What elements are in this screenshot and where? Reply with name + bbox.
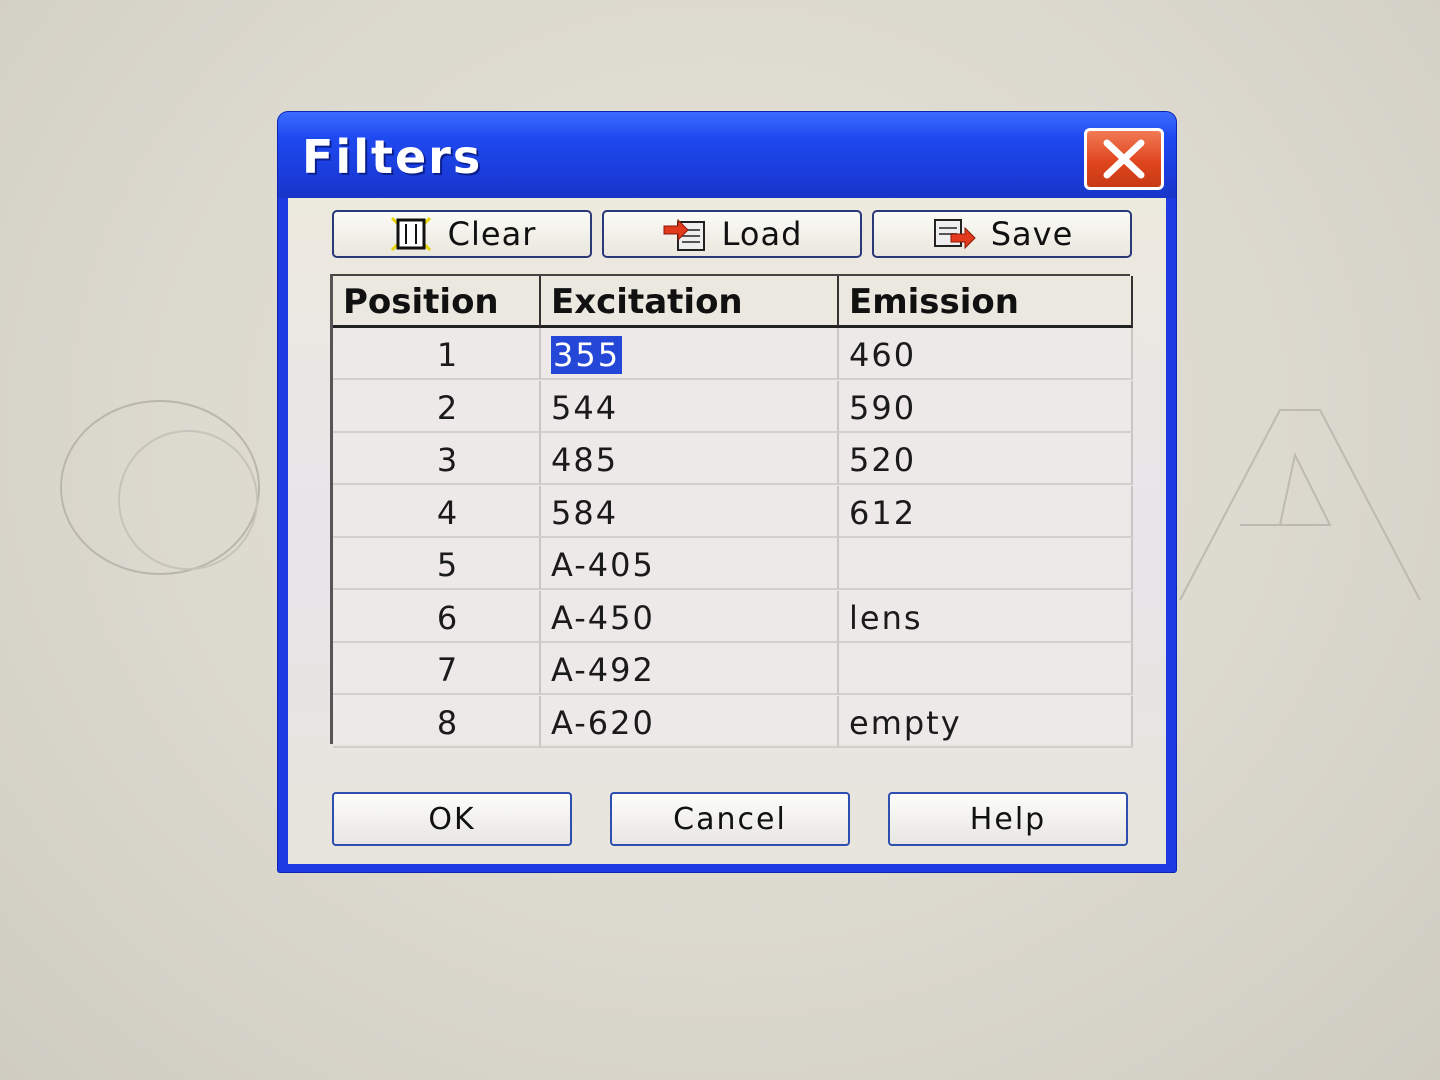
save-button-label: Save bbox=[990, 215, 1074, 253]
cell-excitation[interactable]: A-405 bbox=[541, 538, 839, 590]
save-button[interactable]: Save bbox=[872, 210, 1132, 258]
cell-emission[interactable]: 460 bbox=[839, 328, 1133, 380]
wallpaper-logo-ring-inner bbox=[118, 430, 258, 570]
cell-excitation[interactable]: 544 bbox=[541, 380, 839, 433]
cell-excitation[interactable]: 584 bbox=[541, 485, 839, 538]
dialog-title: Filters bbox=[302, 130, 483, 184]
load-button-label: Load bbox=[721, 215, 803, 253]
cell-excitation[interactable]: A-450 bbox=[541, 590, 839, 643]
cell-emission[interactable]: 590 bbox=[839, 380, 1133, 433]
filters-table: Position Excitation Emission 1 355 460 2 544… bbox=[330, 274, 1133, 748]
cell-emission[interactable] bbox=[839, 643, 1133, 695]
clear-icon bbox=[390, 216, 431, 252]
filters-dialog: Filters Clear Load Save Position Excitat… bbox=[278, 112, 1176, 872]
close-button[interactable] bbox=[1084, 128, 1164, 190]
table-row[interactable]: 8 A-620 empty bbox=[333, 695, 1133, 748]
cell-position[interactable]: 5 bbox=[333, 538, 541, 590]
cell-emission[interactable]: empty bbox=[839, 695, 1133, 748]
cell-emission[interactable]: lens bbox=[839, 590, 1133, 643]
table-row[interactable]: 2 544 590 bbox=[333, 380, 1133, 433]
load-button[interactable]: Load bbox=[602, 210, 862, 258]
cell-position[interactable]: 3 bbox=[333, 433, 541, 485]
close-icon bbox=[1103, 139, 1145, 179]
cell-position[interactable]: 2 bbox=[333, 380, 541, 433]
cell-position[interactable]: 6 bbox=[333, 590, 541, 643]
cell-excitation[interactable]: 355 bbox=[541, 328, 839, 380]
ok-button[interactable]: OK bbox=[332, 792, 572, 846]
table-row[interactable]: 6 A-450 lens bbox=[333, 590, 1133, 643]
cell-emission[interactable] bbox=[839, 538, 1133, 590]
help-button[interactable]: Help bbox=[888, 792, 1128, 846]
cell-excitation[interactable]: A-620 bbox=[541, 695, 839, 748]
table-row[interactable]: 5 A-405 bbox=[333, 538, 1133, 590]
cell-position[interactable]: 8 bbox=[333, 695, 541, 748]
cell-position[interactable]: 4 bbox=[333, 485, 541, 538]
title-bar[interactable]: Filters bbox=[278, 112, 1176, 198]
cell-excitation[interactable]: A-492 bbox=[541, 643, 839, 695]
dialog-client-area: Clear Load Save Position Excitation Emis… bbox=[288, 198, 1166, 864]
cell-emission[interactable]: 520 bbox=[839, 433, 1133, 485]
save-icon bbox=[933, 219, 976, 250]
table-row[interactable]: 3 485 520 bbox=[333, 433, 1133, 485]
table-row[interactable]: 7 A-492 bbox=[333, 643, 1133, 695]
wallpaper-logo-letter-icon bbox=[1179, 409, 1421, 601]
load-icon bbox=[663, 218, 705, 251]
cell-emission[interactable]: 612 bbox=[839, 485, 1133, 538]
cell-excitation[interactable]: 485 bbox=[541, 433, 839, 485]
clear-button-label: Clear bbox=[447, 215, 537, 253]
cell-position[interactable]: 7 bbox=[333, 643, 541, 695]
column-header-position[interactable]: Position bbox=[333, 276, 541, 328]
table-row[interactable]: 1 355 460 bbox=[333, 328, 1133, 380]
column-header-emission[interactable]: Emission bbox=[839, 276, 1133, 328]
clear-button[interactable]: Clear bbox=[332, 210, 592, 258]
cell-position[interactable]: 1 bbox=[333, 328, 541, 380]
cancel-button[interactable]: Cancel bbox=[610, 792, 850, 846]
selected-cell-text[interactable]: 355 bbox=[551, 336, 623, 374]
column-header-excitation[interactable]: Excitation bbox=[541, 276, 839, 328]
table-row[interactable]: 4 584 612 bbox=[333, 485, 1133, 538]
